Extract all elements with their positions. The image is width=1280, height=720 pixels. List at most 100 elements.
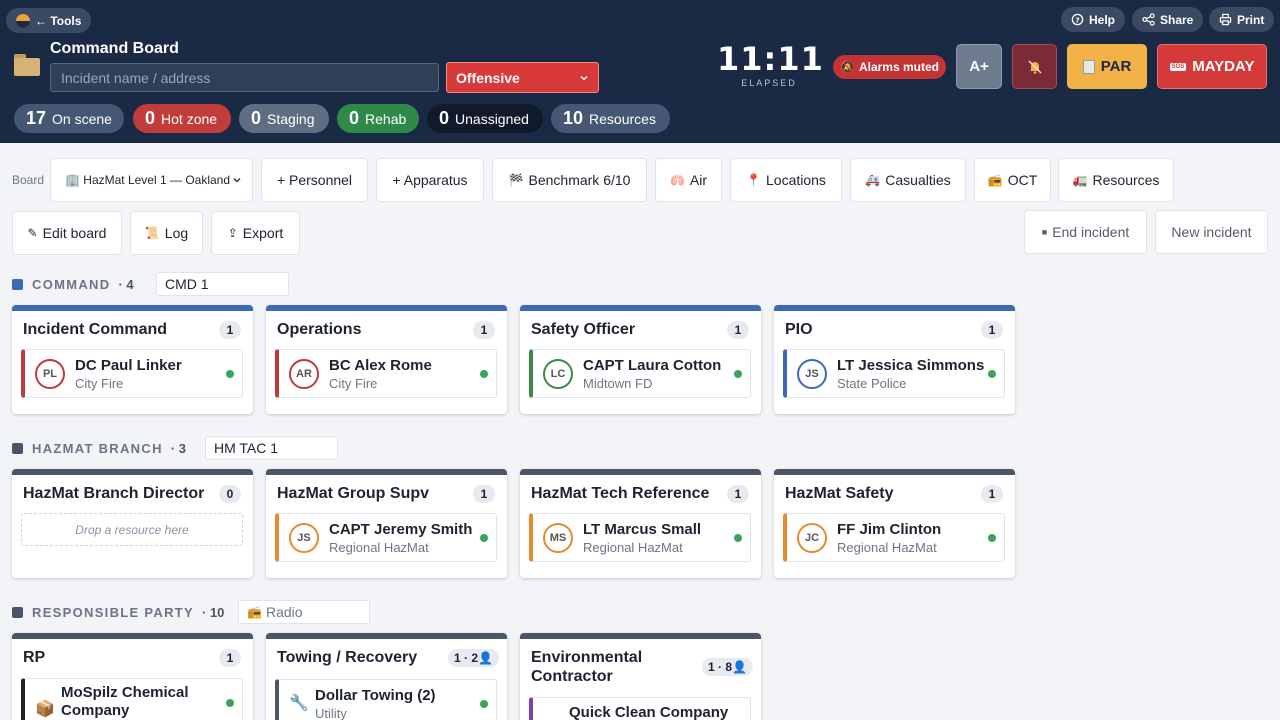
mayday-label: MAYDAY (1192, 58, 1255, 75)
end-incident-button[interactable]: ■ End incident (1024, 210, 1147, 254)
position-card: Incident Command 1 PL DC Paul Linker Cit… (12, 305, 253, 414)
section-color-swatch (12, 442, 23, 454)
mayday-button[interactable]: SOS MAYDAY (1157, 44, 1267, 89)
section-channel-chip[interactable]: 📻 Radio (238, 600, 370, 624)
add-personnel-button[interactable]: + Personnel (261, 158, 368, 202)
position-title: Environmental Contractor (531, 649, 643, 685)
add-apparatus-button[interactable]: + Apparatus (376, 158, 484, 202)
oct-button[interactable]: 📻 OCT (974, 158, 1051, 202)
resource-chip[interactable]: JS LT Jessica Simmons State Police (783, 349, 1005, 398)
resource-chip[interactable]: 🔧 Dollar Towing (2) Utility (275, 679, 497, 720)
air-button[interactable]: 🫁 Air (655, 158, 722, 202)
font-size-button[interactable]: A+ (956, 44, 1002, 89)
resource-chip[interactable]: MS LT Marcus Small Regional HazMat (529, 513, 751, 562)
mute-alarm-button[interactable] (1012, 44, 1057, 89)
folder-icon (14, 54, 40, 76)
avatar: JS (797, 359, 827, 389)
status-hot-zone[interactable]: 0 Hot zone (133, 104, 231, 133)
resources-button[interactable]: 🚛 Resources (1058, 158, 1174, 202)
resource-name: Quick Clean Company (569, 704, 729, 720)
top-header: ← Tools ? Help Share Print Command Board… (0, 0, 1280, 143)
status-resources[interactable]: 10 Resources (551, 104, 670, 133)
drop-zone[interactable]: Drop a resource here (21, 513, 243, 546)
online-status-dot (988, 534, 996, 542)
help-label: Help (1089, 12, 1116, 27)
resource-name: BC Alex Rome (329, 357, 432, 374)
export-button[interactable]: ⇪ Export (211, 211, 300, 255)
section-channel-chip[interactable]: CMD 1 (156, 272, 289, 296)
benchmark-button[interactable]: 🏁 Benchmark 6/10 (492, 158, 647, 202)
elapsed-label: ELAPSED (741, 78, 797, 88)
print-button[interactable]: Print (1209, 7, 1275, 32)
tools-back-button[interactable]: ← Tools (6, 8, 92, 33)
position-count-badge: 1 (473, 485, 495, 503)
wrench-icon: 🔧 (289, 695, 309, 712)
resource-name: FF Jim Clinton (837, 521, 942, 538)
elapsed-timer: 11:11 (717, 40, 824, 78)
online-status-dot (226, 370, 234, 378)
position-title: Safety Officer (531, 321, 636, 338)
section-color-swatch (12, 278, 23, 290)
section-header-responsible-party: RESPONSIBLE PARTY · 10 (12, 600, 224, 624)
locations-button[interactable]: 📍 Locations (730, 158, 842, 202)
resource-chip[interactable]: JS CAPT Jeremy Smith Regional HazMat (275, 513, 497, 562)
resource-name: Dollar Towing (2) (315, 687, 436, 704)
position-card: Environmental Contractor 1 · 8👤 Quick Cl… (520, 633, 761, 720)
help-button[interactable]: ? Help (1061, 7, 1126, 32)
page-title: Command Board (50, 40, 179, 57)
alarms-muted-toggle[interactable]: 🔕 Alarms muted (833, 55, 946, 79)
status-on-scene[interactable]: 17 On scene (14, 104, 124, 133)
pin-icon: 📍 (746, 173, 761, 187)
avatar: MS (543, 523, 573, 553)
status-count: 0 (251, 108, 262, 128)
status-unassigned[interactable]: 0 Unassigned (427, 104, 543, 133)
package-icon: 📦 (35, 701, 55, 718)
board-label: Board (12, 173, 45, 187)
resource-name: MoSpilz Chemical Company (61, 684, 189, 719)
share-button[interactable]: Share (1132, 7, 1204, 32)
position-title: HazMat Group Supv (277, 485, 430, 502)
resource-name: DC Paul Linker (75, 357, 182, 374)
new-incident-button[interactable]: New incident (1155, 210, 1268, 254)
position-card: RP 1 📦 MoSpilz Chemical Company (12, 633, 253, 720)
position-title: HazMat Branch Director (23, 485, 205, 502)
status-label: Staging (267, 110, 315, 127)
resource-chip[interactable]: AR BC Alex Rome City Fire (275, 349, 497, 398)
position-count-badge: 1 (981, 321, 1003, 339)
section-name: HAZMAT BRANCH (32, 440, 163, 456)
status-staging[interactable]: 0 Staging (239, 104, 329, 133)
section-channel-label: Radio (265, 604, 303, 620)
chevron-down-icon (233, 178, 241, 183)
avatar: AR (289, 359, 319, 389)
section-color-swatch (12, 606, 23, 618)
status-label: Rehab (365, 110, 407, 127)
avatar: JC (797, 523, 827, 553)
resource-chip[interactable]: LC CAPT Laura Cotton Midtown FD (529, 349, 751, 398)
log-button[interactable]: 📜 Log (130, 211, 203, 255)
casualties-button[interactable]: 🚑 Casualties (850, 158, 966, 202)
status-rehab[interactable]: 0 Rehab (337, 104, 419, 133)
section-name: COMMAND (32, 276, 111, 292)
edit-board-label: Edit board (42, 225, 107, 241)
position-count-badge: 1 (219, 321, 241, 339)
resource-chip[interactable]: JC FF Jim Clinton Regional HazMat (783, 513, 1005, 562)
resource-chip[interactable]: 📦 MoSpilz Chemical Company (21, 678, 243, 720)
resource-type: Utility (315, 706, 347, 720)
strategy-mode-select[interactable]: Offensive (446, 62, 599, 93)
app-logo-icon (16, 13, 30, 28)
strategy-mode-value: Offensive (456, 69, 520, 86)
incident-name-input[interactable] (50, 63, 439, 92)
resource-name: CAPT Jeremy Smith (329, 521, 473, 538)
export-label: Export (242, 225, 284, 241)
edit-board-button[interactable]: ✎ Edit board (12, 211, 122, 255)
position-count-badge: 1 (727, 485, 749, 503)
position-count-badge: 1 (981, 485, 1003, 503)
resource-chip[interactable]: PL DC Paul Linker City Fire (21, 349, 243, 398)
section-channel-chip[interactable]: HM TAC 1 (205, 436, 338, 460)
par-button[interactable]: PAR (1067, 44, 1147, 89)
board-template-select[interactable]: 🏢 HazMat Level 1 — Oakland (50, 158, 253, 202)
position-card: HazMat Group Supv 1 JS CAPT Jeremy Smith… (266, 469, 507, 578)
resource-chip[interactable]: Quick Clean Company (529, 697, 751, 720)
resources-label: Resources (1092, 172, 1160, 188)
radio-icon: 📻 (247, 605, 262, 619)
